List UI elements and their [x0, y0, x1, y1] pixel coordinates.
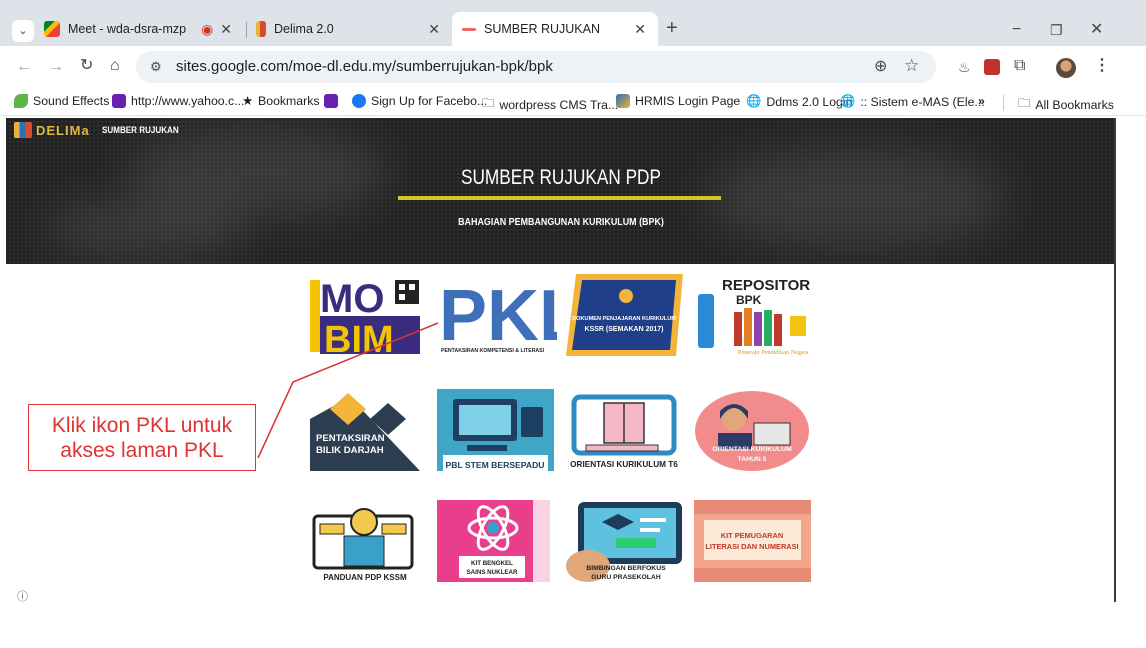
callout-line-1: Klik ikon PKL untuk	[51, 414, 233, 437]
scrollbar[interactable]	[1114, 118, 1116, 602]
callout-box: Klik ikon PKL untuk akses laman PKL	[28, 404, 256, 471]
info-icon[interactable]: ⓘ	[17, 588, 28, 604]
callout-line-2: akses laman PKL	[60, 439, 224, 462]
callout-pointer	[257, 322, 439, 459]
